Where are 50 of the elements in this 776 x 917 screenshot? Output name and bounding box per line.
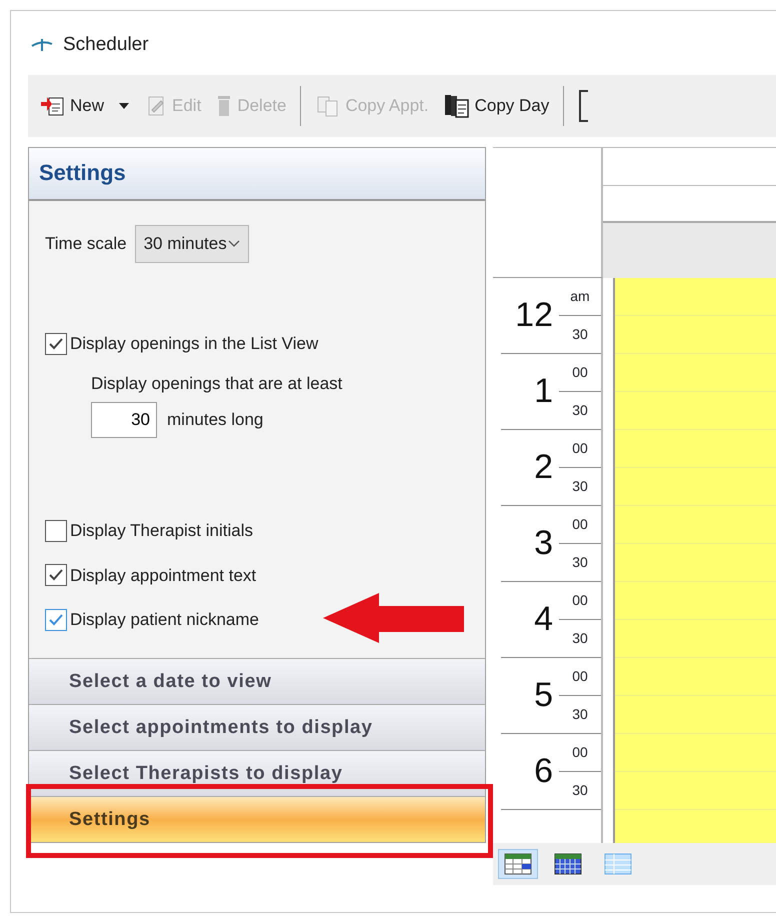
checkmark-icon	[48, 568, 64, 582]
copy-day-button[interactable]: Copy Day	[442, 93, 550, 119]
checkbox[interactable]	[45, 520, 67, 542]
toolbar-icon[interactable]	[578, 89, 590, 123]
minute-label: 00	[559, 430, 601, 468]
hour-label: 1	[533, 371, 554, 412]
checkbox[interactable]	[45, 564, 67, 586]
accordion-header[interactable]: Settings	[29, 796, 485, 842]
checkbox[interactable]	[45, 332, 67, 355]
hour-label: 3	[533, 523, 554, 564]
day-view-button[interactable]	[498, 849, 538, 879]
chevron-down-icon	[228, 240, 240, 248]
checkmark-icon	[48, 336, 64, 351]
checkbox-label: Display Therapist initials	[70, 520, 253, 542]
minute-label: 30	[571, 628, 589, 648]
min-length-label: Display openings that are at least	[91, 372, 344, 394]
app-logo-icon	[31, 38, 53, 52]
minute-label: 30	[571, 476, 589, 496]
checkmark-icon	[48, 612, 64, 627]
minute-label: 30	[571, 552, 589, 572]
minute-label: 30	[571, 780, 589, 800]
checkbox-label: Display openings in the List View	[70, 333, 318, 355]
hour-label: 4	[533, 599, 554, 640]
hour-label: 5	[533, 675, 554, 716]
time-scale-dropdown[interactable]: 30 minutes	[134, 225, 249, 263]
minute-label: am	[559, 278, 601, 316]
hour-label: 12	[514, 295, 554, 336]
panel-title: Settings	[29, 148, 485, 201]
minutes-field[interactable]: 30	[91, 402, 157, 438]
window-title: Scheduler	[63, 32, 149, 57]
new-button[interactable]: New	[40, 93, 104, 119]
checkbox[interactable]	[45, 608, 67, 631]
minute-label: 00	[559, 734, 601, 772]
minute-label: 30	[571, 400, 589, 420]
minute-label: 30	[571, 324, 589, 344]
minute-label: 00	[559, 582, 601, 620]
unit-label: minutes long	[167, 409, 264, 432]
minute-label: 00	[559, 658, 601, 696]
field-label: Time scale	[45, 233, 127, 256]
checkbox-label: Display appointment text	[70, 564, 256, 586]
hour-label: 6	[533, 751, 554, 792]
minute-label: 00	[559, 354, 601, 392]
accordion-header[interactable]: Select appointments to display	[29, 704, 485, 750]
checkbox-label: Display patient nickname	[70, 609, 259, 631]
minute-label: 00	[559, 506, 601, 544]
minute-label: 30	[571, 704, 589, 724]
copy-pages-icon	[442, 93, 471, 119]
dropdown-caret-icon[interactable]	[118, 102, 130, 110]
accordion-header[interactable]: Select a date to view	[29, 658, 485, 704]
hour-label: 2	[533, 447, 554, 488]
